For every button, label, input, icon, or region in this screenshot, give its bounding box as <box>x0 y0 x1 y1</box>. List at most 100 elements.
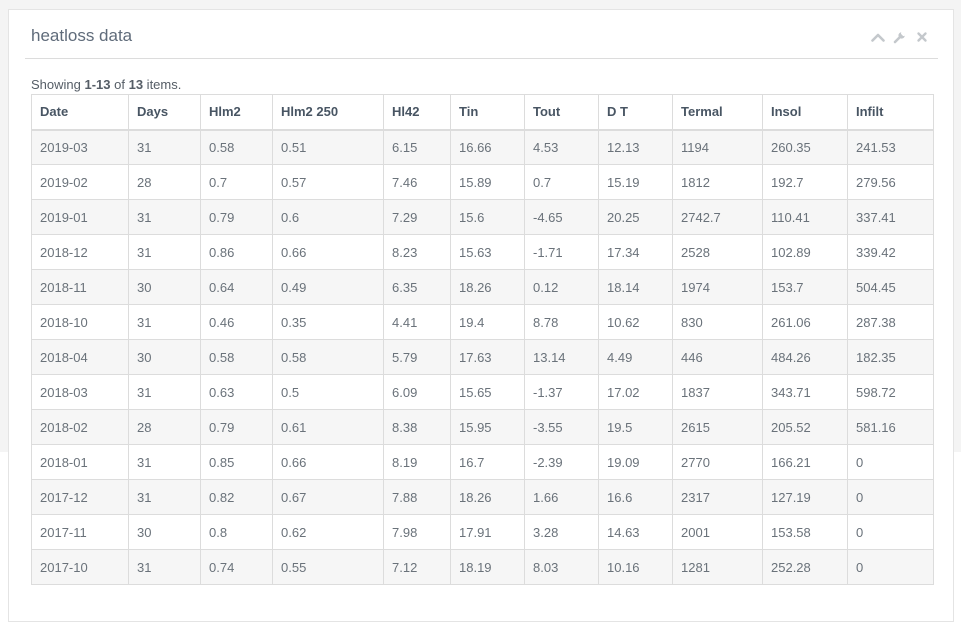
table-cell: 260.35 <box>762 129 848 165</box>
table-cell: 17.91 <box>450 514 525 550</box>
summary-middle: of <box>110 77 129 92</box>
table-cell: 0.79 <box>200 409 273 445</box>
table-cell: 19.4 <box>450 304 525 340</box>
panel-title: heatloss data <box>31 26 133 45</box>
table-cell: 0.7 <box>200 164 273 200</box>
column-header-tout[interactable]: Tout <box>524 94 599 131</box>
table-cell: 0.86 <box>200 234 273 270</box>
table-cell: 17.02 <box>598 374 673 410</box>
table-cell: 6.09 <box>383 374 451 410</box>
table-cell: 1974 <box>672 269 763 305</box>
table-cell: 16.7 <box>450 444 525 480</box>
table-cell: -3.55 <box>524 409 599 445</box>
table-cell: -4.65 <box>524 199 599 235</box>
table-cell: 0.46 <box>200 304 273 340</box>
table-cell: 7.12 <box>383 549 451 585</box>
table-cell: 31 <box>128 129 201 165</box>
summary-total: 13 <box>128 77 144 92</box>
table-cell: 4.53 <box>524 129 599 165</box>
table-row: 2018-03 31 0.63 0.5 6.09 15.65 -1.37 17.02 1837 3… <box>31 374 934 410</box>
table-cell: 1837 <box>672 374 763 410</box>
table-cell: 166.21 <box>762 444 848 480</box>
table-row: 2018-11 30 0.64 0.49 6.35 18.26 0.12 18.14 1974 1… <box>31 269 934 305</box>
table-cell: 2528 <box>672 234 763 270</box>
table-cell: 7.29 <box>383 199 451 235</box>
table-cell: 10.62 <box>598 304 673 340</box>
table-cell: 19.09 <box>598 444 673 480</box>
table-cell: 182.35 <box>847 339 934 375</box>
column-header-dt[interactable]: D T <box>598 94 673 131</box>
table-cell: 0.51 <box>272 129 384 165</box>
table-cell: 0.63 <box>200 374 273 410</box>
heatloss-table: Date Days Hlm2 Hlm2 250 Hl42 Tin Tout D … <box>31 94 934 585</box>
table-cell: 484.26 <box>762 339 848 375</box>
table-cell: 2615 <box>672 409 763 445</box>
table-cell: 20.25 <box>598 199 673 235</box>
table-cell: 3.28 <box>524 514 599 550</box>
chevron-up-icon[interactable] <box>870 29 886 45</box>
table-cell: 15.63 <box>450 234 525 270</box>
table-row: 2018-04 30 0.58 0.58 5.79 17.63 13.14 4.49 446 48… <box>31 339 934 375</box>
table-cell: 5.79 <box>383 339 451 375</box>
table-row: 2019-02 28 0.7 0.57 7.46 15.89 0.7 15.19 1812 192… <box>31 164 934 200</box>
column-header-hlm2[interactable]: Hlm2 <box>200 94 273 131</box>
table-cell: 0 <box>847 479 934 515</box>
table-cell: 0.6 <box>272 199 384 235</box>
table-cell: 0.5 <box>272 374 384 410</box>
table-cell: 279.56 <box>847 164 934 200</box>
table-cell: 7.46 <box>383 164 451 200</box>
table-cell: 337.41 <box>847 199 934 235</box>
table-cell: 1.66 <box>524 479 599 515</box>
wrench-icon[interactable] <box>892 29 908 45</box>
column-header-termal[interactable]: Termal <box>672 94 763 131</box>
table-cell: 31 <box>128 444 201 480</box>
table-cell: 2018-10 <box>31 304 129 340</box>
table-cell: 31 <box>128 304 201 340</box>
table-cell: 0.62 <box>272 514 384 550</box>
table-cell: 0.7 <box>524 164 599 200</box>
table-cell: 2019-03 <box>31 129 129 165</box>
table-cell: 127.19 <box>762 479 848 515</box>
close-icon[interactable] <box>914 29 930 45</box>
column-header-days[interactable]: Days <box>128 94 201 131</box>
table-cell: 7.98 <box>383 514 451 550</box>
table-cell: 102.89 <box>762 234 848 270</box>
table-cell: 339.42 <box>847 234 934 270</box>
table-cell: 28 <box>128 409 201 445</box>
table-cell: 2017-10 <box>31 549 129 585</box>
summary-prefix: Showing <box>31 77 85 92</box>
column-header-date[interactable]: Date <box>31 94 129 131</box>
table-cell: 252.28 <box>762 549 848 585</box>
table-cell: 0 <box>847 444 934 480</box>
table-cell: 15.6 <box>450 199 525 235</box>
column-header-hl42[interactable]: Hl42 <box>383 94 451 131</box>
column-header-hlm2-250[interactable]: Hlm2 250 <box>272 94 384 131</box>
table-row: 2019-03 31 0.58 0.51 6.15 16.66 4.53 12.13 1194 2… <box>31 129 934 165</box>
table-cell: 2017-12 <box>31 479 129 515</box>
table-cell: 0.12 <box>524 269 599 305</box>
table-row: 2019-01 31 0.79 0.6 7.29 15.6 -4.65 20.25 2742.7… <box>31 199 934 235</box>
table-row: 2018-10 31 0.46 0.35 4.41 19.4 8.78 10.62 830 261… <box>31 304 934 340</box>
column-header-tin[interactable]: Tin <box>450 94 525 131</box>
table-cell: 2018-01 <box>31 444 129 480</box>
column-header-infilt[interactable]: Infilt <box>847 94 934 131</box>
table-cell: 830 <box>672 304 763 340</box>
table-cell: 18.19 <box>450 549 525 585</box>
table-cell: 0.58 <box>200 339 273 375</box>
table-cell: 0.35 <box>272 304 384 340</box>
panel-header: heatloss data <box>25 10 938 59</box>
table-cell: 28 <box>128 164 201 200</box>
panel-toolbar <box>870 29 930 45</box>
table-cell: 15.19 <box>598 164 673 200</box>
table-cell: 31 <box>128 549 201 585</box>
column-header-insol[interactable]: Insol <box>762 94 848 131</box>
table-cell: 192.7 <box>762 164 848 200</box>
table-cell: 4.41 <box>383 304 451 340</box>
table-cell: 261.06 <box>762 304 848 340</box>
table-cell: 18.26 <box>450 269 525 305</box>
table-header-row: Date Days Hlm2 Hlm2 250 Hl42 Tin Tout D … <box>31 94 934 131</box>
table-cell: 241.53 <box>847 129 934 165</box>
table-cell: 0 <box>847 514 934 550</box>
table-cell: 16.66 <box>450 129 525 165</box>
table-cell: 0.66 <box>272 444 384 480</box>
